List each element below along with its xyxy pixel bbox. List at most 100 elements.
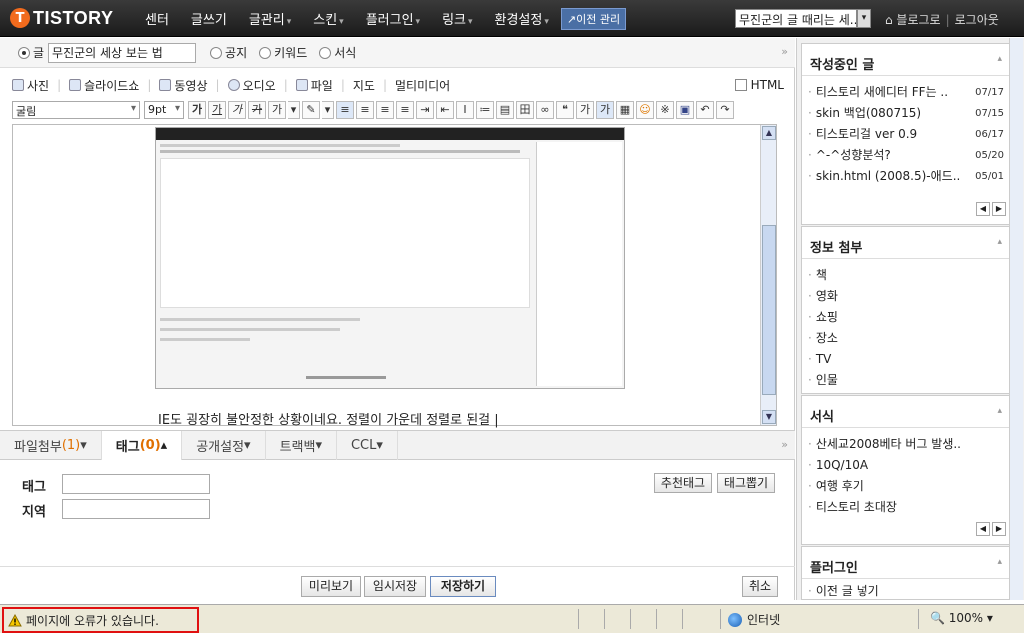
page-error-indicator[interactable]: 페이지에 오류가 있습니다.	[2, 607, 199, 633]
tab-tags[interactable]: 태그 (0) ▴	[101, 431, 183, 460]
nav-item-post-manage[interactable]: 글관리 ▾	[249, 9, 291, 28]
tistory-logo[interactable]: T TISTORY	[10, 6, 114, 30]
indent-button[interactable]: ⇥	[416, 101, 434, 119]
video-button[interactable]: 동영상	[159, 77, 208, 94]
tab-ccl[interactable]: CCL ▾	[337, 431, 398, 460]
multimedia-button[interactable]: 멀티미디어	[395, 77, 450, 94]
tabs-collapse-icon[interactable]: »	[781, 438, 788, 451]
highlight-button[interactable]: ✎	[302, 101, 320, 119]
zoom-control[interactable]: 🔍 100% ▾	[930, 611, 993, 625]
blog-select-dropdown-icon[interactable]: ▾	[857, 9, 871, 28]
underline-button[interactable]: 가	[208, 101, 226, 119]
list-item[interactable]: · 책	[802, 265, 1012, 286]
list-item[interactable]: · 티스토리 초대장	[802, 497, 1012, 518]
scroll-thumb[interactable]	[762, 225, 776, 395]
chevron-down-icon[interactable]: ▾	[288, 101, 300, 119]
to-blog-link[interactable]: ⌂ 블로그로	[885, 13, 941, 27]
font-size-button[interactable]: 가	[596, 101, 614, 119]
html-checkbox[interactable]	[734, 79, 747, 91]
list-item[interactable]: · 여행 후기	[802, 476, 1012, 497]
align-left-button[interactable]: ≡	[336, 101, 354, 119]
chevron-down-icon[interactable]: ▾	[322, 101, 334, 119]
list-item[interactable]: · ^-^성향분석? 05/20	[802, 145, 1012, 166]
list-item[interactable]: · 장소	[802, 328, 1012, 349]
region-input[interactable]	[62, 499, 210, 519]
next-page-icon[interactable]: ▶	[992, 202, 1006, 216]
list-item[interactable]: · 티스토리걸 ver 0.9 06/17	[802, 124, 1012, 145]
block-button[interactable]: ▤	[496, 101, 514, 119]
bold-button[interactable]: 가	[188, 101, 206, 119]
title-input[interactable]: 무진군의 세상 보는 법	[48, 42, 197, 63]
redo-icon[interactable]: ↷	[716, 101, 734, 119]
undo-icon[interactable]: ↶	[696, 101, 714, 119]
special-char-icon[interactable]: ※	[656, 101, 674, 119]
radio-keyword[interactable]	[259, 46, 272, 59]
nav-item-plugin[interactable]: 플러그인 ▾	[366, 9, 420, 28]
grid-icon[interactable]: ▦	[616, 101, 634, 119]
file-button[interactable]: 파일	[295, 77, 333, 94]
extract-tags-button[interactable]: 태그뽑기	[717, 473, 775, 493]
list-button[interactable]: ≔	[476, 101, 494, 119]
logout-link[interactable]: 로그아웃	[955, 13, 999, 27]
outdent-button[interactable]: ⇤	[436, 101, 454, 119]
radio-format[interactable]	[319, 46, 332, 59]
scroll-up-icon[interactable]: ▲	[762, 126, 776, 140]
writing-area[interactable]: IE도 굉장히 불안정한 상황이네요. 정렬이 가운데 정렬로 된걸 | ▲ ▼	[12, 124, 777, 428]
tab-file-attach[interactable]: 파일첨부 (1) ▾	[0, 431, 102, 460]
box-title[interactable]: 작성중인 글	[802, 44, 1012, 76]
list-item[interactable]: · 10Q/10A	[802, 455, 1012, 476]
list-item[interactable]: · 쇼핑	[802, 307, 1012, 328]
preview-button[interactable]: 미리보기	[301, 576, 361, 597]
align-right-button[interactable]: ≡	[376, 101, 394, 119]
list-item[interactable]: · 티스토리 새에디터 FF는 .. 07/17	[802, 82, 1012, 103]
scroll-down-icon[interactable]: ▼	[762, 410, 776, 424]
nav-item-write[interactable]: 글쓰기	[191, 9, 227, 28]
recommend-tags-button[interactable]: 추천태그	[654, 473, 712, 493]
editor-scrollbar[interactable]: ▲ ▼	[760, 125, 776, 425]
save-draft-icon[interactable]: ▣	[676, 101, 694, 119]
slideshow-button[interactable]: 슬라이드쇼	[69, 77, 139, 94]
box-title[interactable]: 플러그인	[802, 547, 1012, 579]
audio-button[interactable]: 오디오	[227, 77, 276, 94]
prev-page-icon[interactable]: ◀	[976, 522, 990, 536]
next-page-icon[interactable]: ▶	[992, 522, 1006, 536]
align-justify-button[interactable]: ≡	[396, 101, 414, 119]
superscript-button[interactable]: 가	[576, 101, 594, 119]
nav-item-center[interactable]: 센터	[145, 9, 169, 28]
quote-icon[interactable]: ❝	[556, 101, 574, 119]
security-zone[interactable]: 인터넷	[728, 611, 780, 628]
tag-input[interactable]	[62, 474, 210, 494]
blog-select[interactable]: 무진군의 글 때리는 세..	[735, 9, 857, 28]
list-item[interactable]: · skin 백업(080715) 07/15	[802, 103, 1012, 124]
prev-page-icon[interactable]: ◀	[976, 202, 990, 216]
font-select[interactable]: 굴림	[12, 101, 140, 119]
html-mode-toggle[interactable]: HTML	[734, 78, 784, 92]
nav-item-settings[interactable]: 환경설정 ▾	[495, 9, 549, 28]
photo-button[interactable]: 사진	[12, 77, 49, 94]
list-item[interactable]: · skin.html (2008.5)-애드.. 05/01	[802, 166, 1012, 187]
line-height-button[interactable]: I	[456, 101, 474, 119]
tab-visibility[interactable]: 공개설정 ▾	[182, 431, 266, 460]
cancel-button[interactable]: 취소	[742, 576, 778, 597]
list-item[interactable]: · 이전 글 넣기	[802, 581, 1012, 602]
list-item[interactable]: · TV	[802, 349, 1012, 370]
italic-button[interactable]: 가	[228, 101, 246, 119]
list-item[interactable]: · 영화	[802, 286, 1012, 307]
strike-button[interactable]: 가	[248, 101, 266, 119]
table-button[interactable]: 田	[516, 101, 534, 119]
radio-notice[interactable]	[210, 46, 223, 59]
link-icon[interactable]: ∞	[536, 101, 554, 119]
radio-post[interactable]	[18, 46, 30, 59]
box-title[interactable]: 서식	[802, 396, 1012, 428]
page-scrollbar[interactable]	[1009, 38, 1023, 600]
previous-manager-button[interactable]: ↗이전 관리	[560, 7, 627, 30]
tab-trackback[interactable]: 트랙백 ▾	[266, 431, 337, 460]
list-item[interactable]: · 인물	[802, 370, 1012, 391]
emoticon-icon[interactable]: ☺	[636, 101, 654, 119]
save-button[interactable]: 저장하기	[430, 576, 496, 597]
map-button[interactable]: 지도	[353, 77, 375, 94]
nav-item-link[interactable]: 링크 ▾	[442, 9, 472, 28]
temp-save-button[interactable]: 임시저장	[364, 576, 426, 597]
font-color-button[interactable]: 가	[268, 101, 286, 119]
collapse-sidebar-icon[interactable]: »	[781, 45, 788, 58]
